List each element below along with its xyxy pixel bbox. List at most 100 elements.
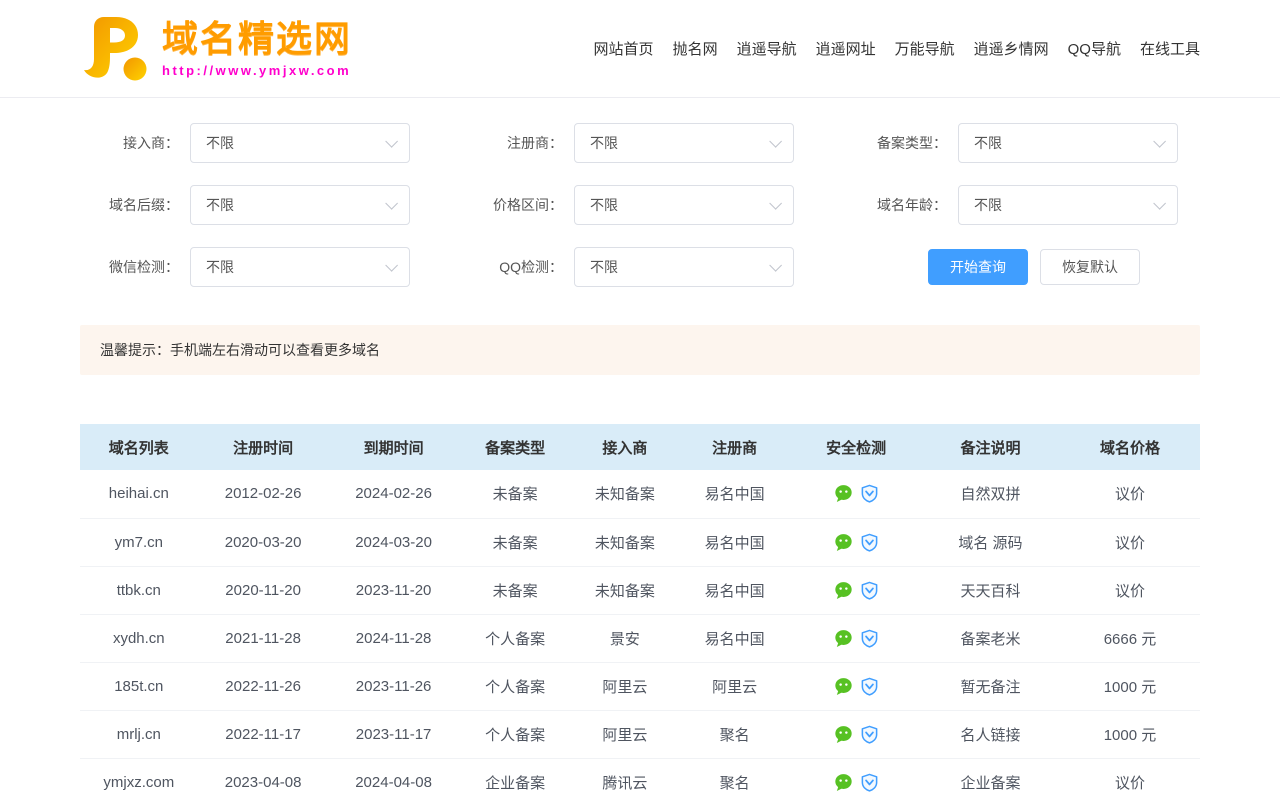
expire-date-cell: 2023-11-17 [329, 710, 459, 758]
registrar-cell: 聚名 [678, 710, 791, 758]
domain-cell[interactable]: heihai.cn [80, 470, 198, 518]
filter-field: 备案类型： 不限 [848, 123, 1200, 163]
registrar-cell: 易名中国 [678, 470, 791, 518]
filter-selected-value: 不限 [974, 195, 1002, 215]
remark-cell: 备案老米 [921, 614, 1060, 662]
access-provider-cell: 景安 [572, 614, 678, 662]
security-check-cell [791, 758, 921, 800]
qq-shield-icon[interactable] [860, 773, 879, 792]
nav-item[interactable]: 逍遥导航 [737, 38, 797, 59]
security-check-cell [791, 614, 921, 662]
brand-title: 域名精选网 [162, 21, 352, 57]
filter-selected-value: 不限 [590, 257, 618, 277]
registered-date-cell: 2020-11-20 [198, 566, 329, 614]
nav-item[interactable]: 网站首页 [594, 38, 654, 59]
qq-shield-icon[interactable] [860, 484, 879, 503]
remark-cell: 名人链接 [921, 710, 1060, 758]
icp-type-cell: 个人备案 [459, 614, 572, 662]
filter-select[interactable]: 不限 [190, 247, 410, 287]
registrar-cell: 易名中国 [678, 566, 791, 614]
domains-table: 域名列表注册时间到期时间备案类型接入商注册商安全检测备注说明域名价格 heiha… [80, 424, 1200, 800]
table-row: heihai.cn 2012-02-26 2024-02-26 未备案 未知备案… [80, 470, 1200, 518]
nav-item[interactable]: 抛名网 [673, 38, 718, 59]
price-cell: 议价 [1060, 518, 1200, 566]
reset-button[interactable]: 恢复默认 [1040, 249, 1140, 285]
filter-label: 注册商： [464, 133, 574, 153]
filter-label: 微信检测： [80, 257, 190, 277]
search-button[interactable]: 开始查询 [928, 249, 1028, 285]
qq-shield-icon[interactable] [860, 629, 879, 648]
qq-shield-icon[interactable] [860, 677, 879, 696]
nav-item[interactable]: 逍遥网址 [816, 38, 876, 59]
filter-select[interactable]: 不限 [958, 185, 1178, 225]
domain-cell[interactable]: ymjxz.com [80, 758, 198, 800]
security-check-cell [791, 710, 921, 758]
registered-date-cell: 2022-11-17 [198, 710, 329, 758]
registered-date-cell: 2012-02-26 [198, 470, 329, 518]
qq-shield-icon[interactable] [860, 581, 879, 600]
filter-label: 备案类型： [848, 133, 958, 153]
chevron-down-icon [769, 135, 782, 148]
filter-select[interactable]: 不限 [574, 185, 794, 225]
domain-cell[interactable]: ym7.cn [80, 518, 198, 566]
remark-cell: 天天百科 [921, 566, 1060, 614]
wechat-check-icon[interactable] [834, 581, 853, 600]
expire-date-cell: 2024-11-28 [329, 614, 459, 662]
wechat-check-icon[interactable] [834, 677, 853, 696]
filter-field: 域名后缀： 不限 [80, 185, 432, 225]
filter-field: 价格区间： 不限 [464, 185, 816, 225]
price-cell: 1000 元 [1060, 710, 1200, 758]
filter-select[interactable]: 不限 [190, 185, 410, 225]
filter-field: 接入商： 不限 [80, 123, 432, 163]
access-provider-cell: 未知备案 [572, 566, 678, 614]
filter-select[interactable]: 不限 [574, 247, 794, 287]
access-provider-cell: 腾讯云 [572, 758, 678, 800]
access-provider-cell: 阿里云 [572, 710, 678, 758]
registered-date-cell: 2023-04-08 [198, 758, 329, 800]
filter-actions: 开始查询 恢复默认 [848, 247, 1200, 287]
table-header-cell: 域名列表 [80, 424, 198, 470]
expire-date-cell: 2024-04-08 [329, 758, 459, 800]
brand-url: http://www.ymjxw.com [162, 64, 352, 77]
domain-cell[interactable]: xydh.cn [80, 614, 198, 662]
domain-cell[interactable]: 185t.cn [80, 662, 198, 710]
brand-logo[interactable]: 域名精选网 http://www.ymjxw.com [80, 13, 352, 85]
nav-item[interactable]: QQ导航 [1068, 38, 1121, 59]
wechat-check-icon[interactable] [834, 484, 853, 503]
expire-date-cell: 2024-02-26 [329, 470, 459, 518]
wechat-check-icon[interactable] [834, 629, 853, 648]
table-row: ym7.cn 2020-03-20 2024-03-20 未备案 未知备案 易名… [80, 518, 1200, 566]
filter-selected-value: 不限 [206, 195, 234, 215]
wechat-check-icon[interactable] [834, 725, 853, 744]
filter-field: 域名年龄： 不限 [848, 185, 1200, 225]
filter-select[interactable]: 不限 [190, 123, 410, 163]
nav-item[interactable]: 万能导航 [895, 38, 955, 59]
table-header-cell: 注册商 [678, 424, 791, 470]
security-check-cell [791, 662, 921, 710]
expire-date-cell: 2023-11-26 [329, 662, 459, 710]
chevron-down-icon [1153, 135, 1166, 148]
security-check-cell [791, 566, 921, 614]
domain-cell[interactable]: mrlj.cn [80, 710, 198, 758]
security-check-cell [791, 518, 921, 566]
table-row: ymjxz.com 2023-04-08 2024-04-08 企业备案 腾讯云… [80, 758, 1200, 800]
table-header-cell: 备注说明 [921, 424, 1060, 470]
logo-mark [80, 13, 152, 85]
filter-select[interactable]: 不限 [574, 123, 794, 163]
filter-panel: 接入商： 不限 注册商： 不限 备案类型： 不限 域名后缀： 不限 [80, 123, 1200, 287]
qq-shield-icon[interactable] [860, 533, 879, 552]
filter-select[interactable]: 不限 [958, 123, 1178, 163]
wechat-check-icon[interactable] [834, 533, 853, 552]
wechat-check-icon[interactable] [834, 773, 853, 792]
domain-cell[interactable]: ttbk.cn [80, 566, 198, 614]
filter-selected-value: 不限 [590, 195, 618, 215]
filter-field: QQ检测： 不限 [464, 247, 816, 287]
filter-label: 域名年龄： [848, 195, 958, 215]
chevron-down-icon [769, 197, 782, 210]
icp-type-cell: 个人备案 [459, 710, 572, 758]
nav-item[interactable]: 在线工具 [1140, 38, 1200, 59]
qq-shield-icon[interactable] [860, 725, 879, 744]
table-header-cell: 备案类型 [459, 424, 572, 470]
icp-type-cell: 未备案 [459, 566, 572, 614]
nav-item[interactable]: 逍遥乡情网 [974, 38, 1049, 59]
